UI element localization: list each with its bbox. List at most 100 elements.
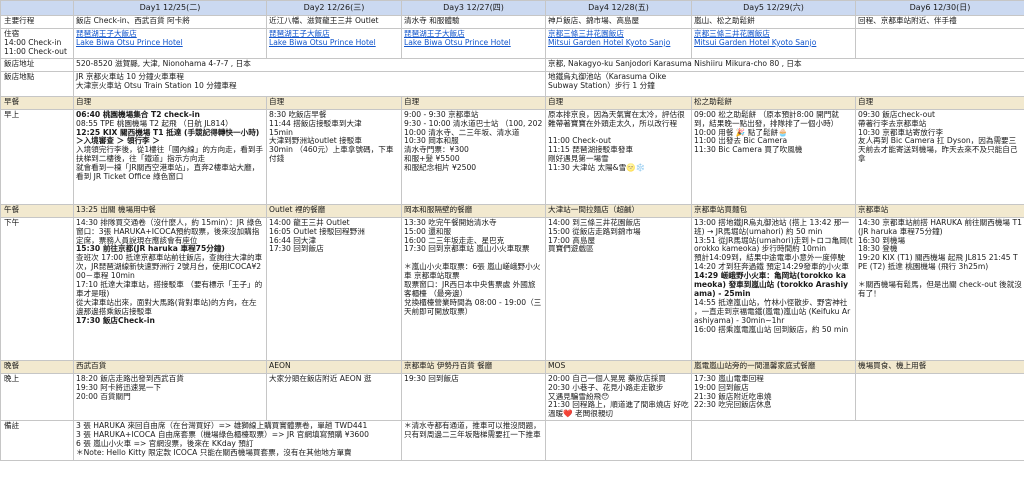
day-cell: 大家分頭在飯店附近 AEON 逛 (266, 372, 402, 422)
row-label: 備註 (0, 420, 74, 462)
itinerary-row: 飯店地址 520-8520 滋賀縣, 大津, Nionohama 4-7-7 , … (0, 57, 1024, 72)
day-cell: 13:30 吃完午餐開始清水寺 15:00 還和服 16:00 二三年坂走走、星巴克… (401, 216, 546, 361)
day-cell: 14:30 京都車站前搭 HARUKA 前往關西機場 T1 (JR haruka… (855, 216, 1024, 361)
day-cell: 神戶飯店、錦市場、高島屋 (545, 15, 692, 29)
row-label-line: 午餐 (4, 204, 20, 214)
day-header: Day6 12/30(日) (855, 0, 1024, 16)
day-header: Day5 12/29(六) (691, 0, 856, 16)
day-cell: 琵琶湖王子大飯店 Lake Biwa Otsu Prince Hotel (266, 28, 402, 59)
cell-line: 友人再到 Bic Camera 扛 Dyson，因為需要三天前去才能寄送到機場，… (858, 136, 1018, 164)
day-cell: 回程、京都車站附近、伴手禮 (855, 15, 1024, 29)
day-cell: 14:00 到三條三井花園飯店 15:00 從飯店走路到錦市場 17:00 高島屋買… (545, 216, 692, 361)
cell-line: 和服紀念相片 ¥2500 (404, 163, 477, 173)
cell-line: 14:30 排隊買交通卷（沒什麼人，約 15min）：JR 綠色窗口：3張 HA… (76, 217, 262, 245)
cell-line: 回程、京都車站附近、伴手禮 (858, 16, 957, 25)
cell-line: 機場買食、機上用餐 (858, 360, 927, 370)
day-cell (691, 420, 1024, 462)
day-cell: ＊清水寺都有通道，推車可以推沒問題，只有到周邊二三年坂階梯需要扛一下推車 (401, 420, 546, 462)
day-cell (855, 28, 1024, 59)
cell-line: 岡本和服隔壁的餐廳 (404, 204, 473, 214)
meal-band-row: 早餐 自理 自理 自理 自理 松之助鬆餅 自理 (0, 95, 1024, 110)
cell-line: 16:00 搭乘嵐電嵐山站 回到飯店，約 50 min (694, 324, 849, 334)
itinerary-row: 住宿 14:00 Check-in 11:00 Check-out 琵琶湖王子大飯店 L… (0, 28, 1024, 59)
day-cell: 13:25 出關 機場用中餐 (73, 203, 267, 218)
row-label-line: 下午 (4, 217, 20, 227)
cell-line: 取票窗口：JR西日本中央售票處 外國旅客櫃檯 （最旁邊） (404, 280, 536, 298)
day-cell: 飯店 Check-in、西武百貨 阿卡將 (73, 15, 267, 29)
cell-line: 從大津車站出來，面對大馬路(背對車站)的方向，在左邊那邊搭乘飯店接駁車 (76, 297, 257, 316)
cell-line: AEON (269, 360, 291, 370)
day-cell: 17:30 嵐山電車回程 19:00 回到飯店 21:30 飯店附近吃串燒 22:30… (691, 372, 856, 422)
day-cell: 自理 (266, 95, 402, 110)
cell-line: 14:55 抵達嵐山站，竹林小徑散步、野宮神社 ，一直走到京福電鐵(嵐電)嵐山站… (694, 297, 851, 325)
day-cell: 520-8520 滋賀縣, 大津, Nionohama 4-7-7 , 日本 (73, 57, 546, 72)
cell-line: 兌換櫃檯營業時間為 08:00 - 19:00（三天前即可開放取票） (404, 297, 542, 316)
cell-line: MOS (548, 360, 566, 370)
cell-line: 自理 (76, 96, 92, 106)
hotel-link[interactable]: Lake Biwa Otsu Prince Hotel (76, 38, 264, 48)
cell-line: 19:30 回到飯店 (404, 373, 459, 383)
cell-line: 京都, Nakagyo-ku Sanjodori Karasuma Nishii… (548, 58, 802, 68)
cell-line: 入境領完行李後，從1樓往「國內線」的方向走，看到手扶梯到二樓後，往「鐵道」指示方… (76, 145, 264, 164)
cell-line: ＊Note: Hello Kitty 限定款 ICOCA 只能在關西機場買套票，… (76, 447, 352, 457)
cell-line: ＊清水寺都有通道，推車可以推沒問題，只有到周邊二三年坂階梯需要扛一下推車 (404, 421, 541, 440)
row-label-line: 早餐 (4, 96, 20, 106)
cell-line: 20:00 百貨關門 (76, 391, 131, 401)
day-cell: 地鐵烏丸御池站（Karasuma Oike Subway Station）步行 1… (545, 70, 1024, 97)
corner-cell (0, 0, 74, 16)
row-label-line: 11:00 Check-out (4, 46, 67, 56)
cell-line: 自理 (548, 96, 564, 106)
row-label: 飯店地點 (0, 70, 74, 97)
cell-line: 飯店 Check-in、西武百貨 阿卡將 (76, 16, 190, 25)
cell-line: 自理 (404, 96, 420, 106)
cell-line: 就會看到一棟「JR關西空港車站」，直奔2樓車站大廳，看到 JR Ticket O… (76, 163, 260, 182)
hotel-link[interactable]: Mitsui Garden Hotel Kyoto Sanjo (694, 38, 853, 48)
itinerary-row: 下午 14:30 排隊買交通卷（沒什麼人，約 15min）：JR 綠色窗口：3張 … (0, 216, 1024, 361)
hotel-link[interactable]: Lake Biwa Otsu Prince Hotel (404, 38, 543, 48)
day-cell: 松之助鬆餅 (691, 95, 856, 110)
day-cell: 大津站一間拉麵店（超鹹） (545, 203, 692, 218)
cell-line: 近江八幡、滋賀龍王三井 Outlet (269, 16, 379, 25)
row-label-line: 主要行程 (4, 16, 35, 25)
day-cell: 09:30 飯店check-out 帶著行李去京都車站 10:30 京都車站寄放行李… (855, 108, 1024, 205)
day-cell: 京都三條三井花園飯店 Mitsui Garden Hotel Kyoto Sanj… (545, 28, 692, 59)
day-cell: 嵐山、松之助鬆餅 (691, 15, 856, 29)
cell-line: 14:30 京都車站前搭 HARUKA 前往關西機場 T1 (JR haruka… (858, 217, 1022, 236)
hotel-link[interactable]: Mitsui Garden Hotel Kyoto Sanjo (548, 38, 689, 48)
cell-line: 17:30 回到京都車站 嵐山小火車取票 (404, 244, 530, 254)
cell-line: 嵐山、松之助鬆餅 (694, 16, 755, 25)
day-cell (545, 420, 692, 462)
hotel-link[interactable]: Lake Biwa Otsu Prince Hotel (269, 38, 399, 48)
cell-line: 22:30 吃完回飯店休息 (694, 400, 772, 410)
day-cell: 19:30 回到飯店 (401, 372, 546, 422)
cell-line: 12:25 KIX 關西機場 T1 抵達 (手競記得轉快一小時) ＞入境審查 ＞… (76, 127, 262, 146)
day-cell: 西武百貨 (73, 359, 267, 374)
cell-line: 自理 (269, 96, 285, 106)
day-cell: 14:30 排隊買交通卷（沒什麼人，約 15min）：JR 綠色窗口：3張 HA… (73, 216, 267, 361)
day-cell: 原本排京良，因為天氣實在太冷，評估很難帶著寶寶在外頭走太久，所以改行程 11:0… (545, 108, 692, 205)
day-cell: 琵琶湖王子大飯店 Lake Biwa Otsu Prince Hotel (73, 28, 267, 59)
day-cell: 近江八幡、滋賀龍王三井 Outlet (266, 15, 402, 29)
day-cell: 京都車站 伊勢丹百貨 餐廳 (401, 359, 546, 374)
cell-line: Outlet 裡的餐廳 (269, 204, 326, 214)
cell-line: 大津京火車站 Otsu Train Station 10 分鐘車程 (76, 80, 237, 90)
cell-line: Subway Station）步行 1 分鐘 (548, 80, 655, 90)
row-label-line: 晚餐 (4, 360, 20, 370)
cell-line: 19:20 KIX (T1) 關西機場 起飛 JL815 21:45 TPE (… (858, 253, 1018, 272)
day-cell: 自理 (545, 95, 692, 110)
cell-line: 13:51 從JR馬堀站(umahori)走到トロコ亀岡(torokko kam… (694, 235, 853, 254)
day-cell: 清水寺 和服體驗 (401, 15, 546, 29)
cell-line: 21:30 回程路上，順道進了間串燒店 好吃 溫暖❤️ 老闆很親切 (548, 400, 692, 419)
cell-line: 大津站一間拉麵店（超鹹） (548, 204, 640, 214)
row-label: 下午 (0, 216, 74, 361)
row-label: 主要行程 (0, 15, 74, 29)
cell-line: 09:00 松之助鬆餅 （原本預計8:00 開門就到，結果晚一點出發，排隊排了一… (694, 109, 839, 128)
row-label-line: 備註 (4, 421, 20, 431)
day-cell: 09:00 松之助鬆餅 （原本預計8:00 開門就到，結果晚一點出發，排隊排了一… (691, 108, 856, 205)
day-cell: 自理 (401, 95, 546, 110)
cell-line: 買寶們遊戲區 (548, 244, 594, 254)
row-label: 早餐 (0, 95, 74, 110)
day-cell: 8:30 吃飯店早餐 11:44 搭飯店接駁車到大津 15min 大津到野洲站outl… (266, 108, 402, 205)
day-cell: 琵琶湖王子大飯店 Lake Biwa Otsu Prince Hotel (401, 28, 546, 59)
day-cell: 京都三條三井花園飯店 Mitsui Garden Hotel Kyoto Sanj… (691, 28, 856, 59)
